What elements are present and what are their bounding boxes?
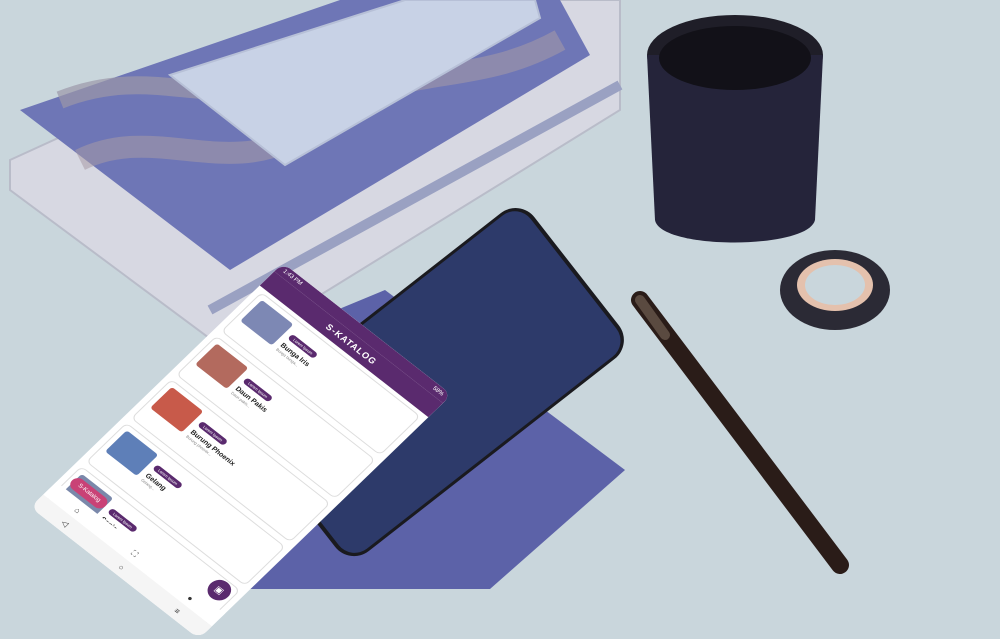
home-icon[interactable]: ⌂ [73, 505, 83, 514]
cup-opening [659, 26, 811, 90]
profile-icon[interactable]: ● [185, 593, 195, 602]
scan-icon[interactable]: ⛶ [128, 549, 140, 559]
home-nav-icon[interactable]: ○ [116, 562, 126, 571]
washi-tape-hole [805, 265, 865, 305]
recents-icon[interactable]: ≡ [172, 606, 182, 615]
back-icon[interactable]: ◁ [60, 518, 71, 528]
chat-icon: ▣ [212, 583, 227, 596]
